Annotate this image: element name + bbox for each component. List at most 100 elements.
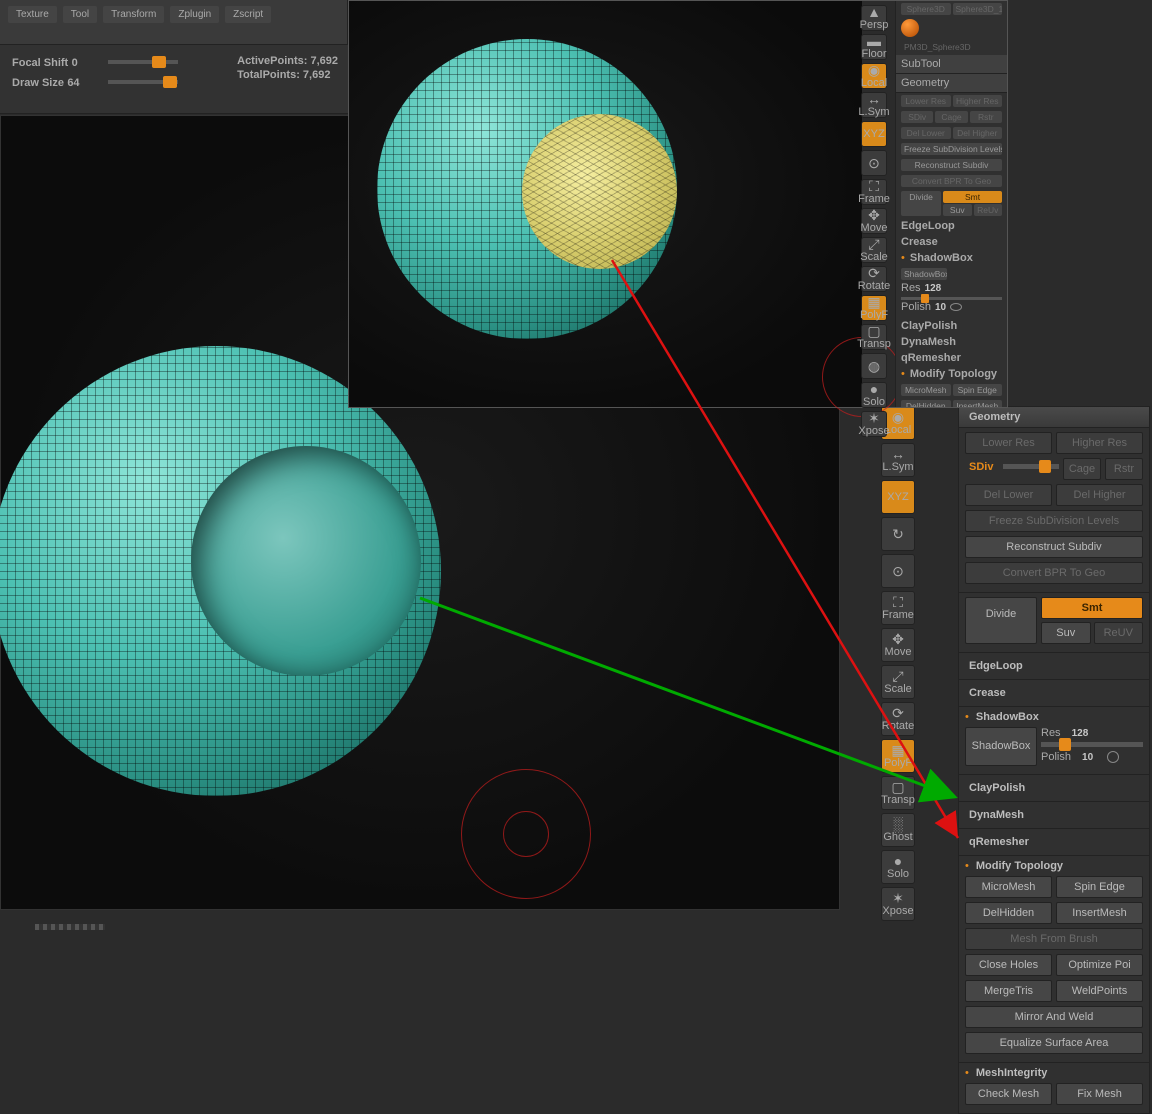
tool-ghost-button[interactable]: ░Ghost (881, 813, 915, 847)
inset-edgeloop[interactable]: EdgeLoop (901, 220, 955, 232)
tool-persp-button[interactable]: ▲Persp (861, 5, 887, 31)
inset-micromesh[interactable]: MicroMesh (901, 384, 951, 396)
inset-rstr[interactable]: Rstr (970, 111, 1002, 123)
del-lower-button[interactable]: Del Lower (965, 484, 1052, 506)
inset-reuv-button[interactable]: ReUv (974, 204, 1003, 216)
inset-higher-res[interactable]: Higher Res (953, 95, 1003, 107)
shadowbox-header[interactable]: ShadowBox (972, 708, 1043, 726)
tool-cycle-button[interactable]: ↻ (881, 517, 915, 551)
freeze-subdiv-button[interactable]: Freeze SubDivision Levels (965, 510, 1143, 532)
insertmesh-button[interactable]: InsertMesh (1056, 902, 1143, 924)
inset-crease[interactable]: Crease (901, 236, 938, 248)
reconstruct-subdiv-button[interactable]: Reconstruct Subdiv (965, 536, 1143, 558)
inset-insertmesh[interactable]: InsertMesh (953, 400, 1003, 407)
mergetris-button[interactable]: MergeTris (965, 980, 1052, 1002)
menu-item-zplugin[interactable]: Zplugin (170, 6, 219, 23)
tool-xyz-button[interactable]: XYZ (881, 480, 915, 514)
edgeloop-header[interactable]: EdgeLoop (965, 657, 1143, 675)
inset-convert-bpr-to-geo[interactable]: Convert BPR To Geo (901, 175, 1002, 187)
inset-delhidden[interactable]: DelHidden (901, 400, 951, 407)
cage-button[interactable]: Cage (1063, 458, 1101, 480)
tool-local-button[interactable]: ◉Local (861, 63, 887, 89)
crease-header[interactable]: Crease (965, 684, 1143, 702)
claypolish-header[interactable]: ClayPolish (965, 779, 1143, 797)
modify-topology-header[interactable]: Modify Topology (972, 857, 1067, 875)
tool-move-button[interactable]: ✥Move (881, 628, 915, 662)
optimize-points-button[interactable]: Optimize Poi (1056, 954, 1143, 976)
rstr-button[interactable]: Rstr (1105, 458, 1143, 480)
tool-scale-button[interactable]: ⤢Scale (881, 665, 915, 699)
footer-grip[interactable] (35, 924, 105, 930)
divide-button[interactable]: Divide (965, 597, 1037, 644)
inset-dynamesh[interactable]: DynaMesh (901, 336, 956, 348)
inset-lower-res[interactable]: Lower Res (901, 95, 951, 107)
inset-modify-topology-header[interactable]: Modify Topology (910, 368, 997, 380)
menu-item-zscript[interactable]: Zscript (225, 6, 271, 23)
tool-rotate-button[interactable]: ⟳Rotate (861, 266, 887, 292)
tool-dot-button[interactable]: ⊙ (861, 150, 887, 176)
inset-sdiv[interactable]: SDiv (901, 111, 933, 123)
inset-geometry-header[interactable]: Geometry (896, 74, 1007, 93)
menu-item-tool[interactable]: Tool (63, 6, 97, 23)
qremesher-header[interactable]: qRemesher (965, 833, 1143, 851)
dynamesh-header[interactable]: DynaMesh (965, 806, 1143, 824)
tool-solo-button[interactable]: ●Solo (881, 850, 915, 884)
inset-spin-edge[interactable]: Spin Edge (953, 384, 1003, 396)
tool-floor-button[interactable]: ▬Floor (861, 34, 887, 60)
del-higher-button[interactable]: Del Higher (1056, 484, 1143, 506)
inset-polish-ring-icon[interactable] (950, 303, 962, 311)
geometry-panel-header[interactable]: Geometry (959, 407, 1149, 427)
mesh-from-brush-button[interactable]: Mesh From Brush (965, 928, 1143, 950)
equalize-surface-area-button[interactable]: Equalize Surface Area (965, 1032, 1143, 1054)
inset-divide-button[interactable]: Divide (901, 191, 941, 216)
tool-rotate-button[interactable]: ⟳Rotate (881, 702, 915, 736)
tool-xpose-button[interactable]: ✶Xpose (881, 887, 915, 921)
inset-shadowbox-button[interactable]: ShadowBox (901, 268, 947, 280)
fix-mesh-button[interactable]: Fix Mesh (1056, 1083, 1143, 1105)
res-slider[interactable] (1041, 742, 1143, 747)
draw-size-slider[interactable] (108, 80, 178, 84)
inset-smt-button[interactable]: Smt (943, 191, 1002, 203)
convert-bpr-button[interactable]: Convert BPR To Geo (965, 562, 1143, 584)
inset-qremesher[interactable]: qRemesher (901, 352, 961, 364)
lower-res-button[interactable]: Lower Res (965, 432, 1052, 454)
weldpoints-button[interactable]: WeldPoints (1056, 980, 1143, 1002)
inset-cage[interactable]: Cage (935, 111, 967, 123)
menu-item-texture[interactable]: Texture (8, 6, 57, 23)
tool-solo-button[interactable]: ●Solo (861, 382, 887, 408)
tool-frame-button[interactable]: ⛶Frame (881, 591, 915, 625)
inset-del-higher[interactable]: Del Higher (953, 127, 1003, 139)
tool-mat-button[interactable]: ◍ (861, 353, 887, 379)
close-holes-button[interactable]: Close Holes (965, 954, 1052, 976)
check-mesh-button[interactable]: Check Mesh (965, 1083, 1052, 1105)
tool-xyz-button[interactable]: XYZ (861, 121, 887, 147)
tool-dot-button[interactable]: ⊙ (881, 554, 915, 588)
smt-button[interactable]: Smt (1041, 597, 1143, 619)
tool-lsym-button[interactable]: ↔L.Sym (881, 443, 915, 477)
inset-material-ball-icon[interactable] (901, 19, 919, 37)
tool-lsym-button[interactable]: ↔L.Sym (861, 92, 887, 118)
inset-del-lower[interactable]: Del Lower (901, 127, 951, 139)
shadowbox-button[interactable]: ShadowBox (965, 727, 1037, 766)
suv-button[interactable]: Suv (1041, 622, 1091, 644)
mesh-integrity-header[interactable]: MeshIntegrity (972, 1064, 1052, 1082)
inset-claypolish[interactable]: ClayPolish (901, 320, 957, 332)
micromesh-button[interactable]: MicroMesh (965, 876, 1052, 898)
inset-thumb-1[interactable]: Sphere3D_1 (953, 3, 1003, 15)
inset-subtool-header[interactable]: SubTool (896, 55, 1007, 74)
inset-suv-button[interactable]: Suv (943, 204, 972, 216)
inset-shadowbox-header[interactable]: ShadowBox (910, 252, 973, 264)
spin-edge-button[interactable]: Spin Edge (1056, 876, 1143, 898)
inset-reconstruct-subdiv[interactable]: Reconstruct Subdiv (901, 159, 1002, 171)
tool-move-button[interactable]: ✥Move (861, 208, 887, 234)
polish-ring-icon[interactable] (1107, 751, 1119, 763)
tool-frame-button[interactable]: ⛶Frame (861, 179, 887, 205)
tool-polyf-button[interactable]: ▦PolyF (881, 739, 915, 773)
tool-polyf-button[interactable]: ▦PolyF (861, 295, 887, 321)
mirror-and-weld-button[interactable]: Mirror And Weld (965, 1006, 1143, 1028)
menu-item-transform[interactable]: Transform (103, 6, 164, 23)
inset-thumb-0[interactable]: Sphere3D (901, 3, 951, 15)
tool-scale-button[interactable]: ⤢Scale (861, 237, 887, 263)
focal-shift-slider[interactable] (108, 60, 178, 64)
inset-freeze-subdivision-levels[interactable]: Freeze SubDivision Levels (901, 143, 1002, 155)
